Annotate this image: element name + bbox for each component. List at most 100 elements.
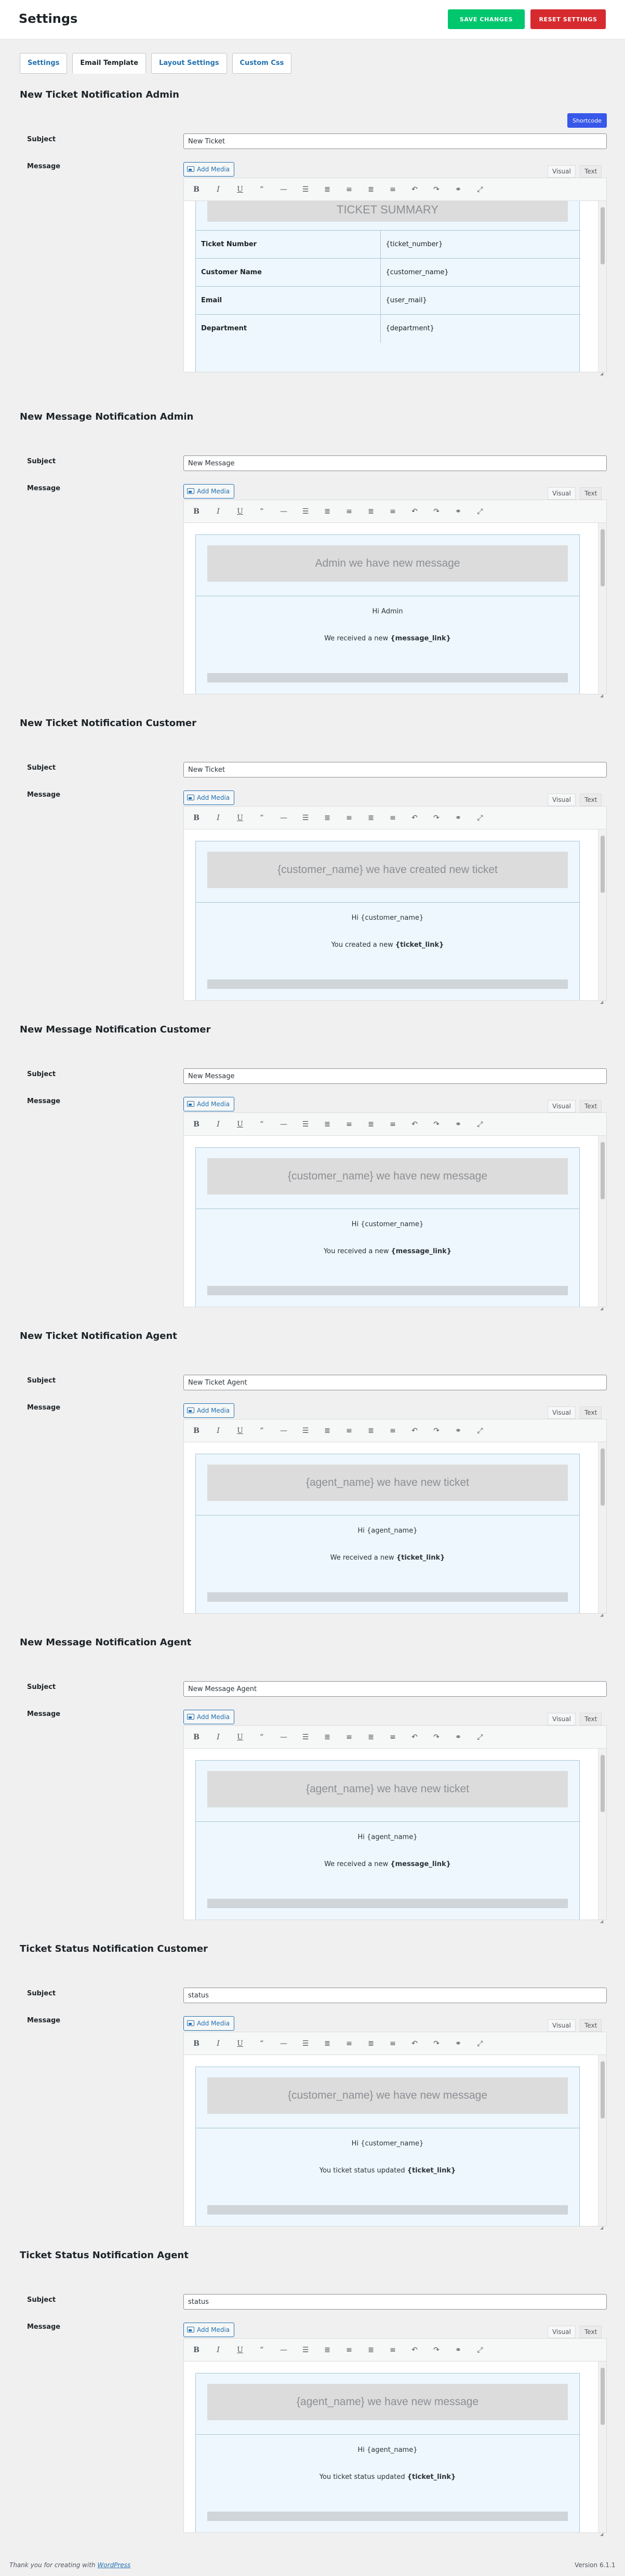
save-changes-button[interactable]: SAVE CHANGES [448, 9, 525, 29]
horizontal-rule-icon[interactable]: — [276, 812, 291, 824]
link-icon[interactable]: ⚭ [451, 2037, 466, 2050]
link-icon[interactable]: ⚭ [451, 1425, 466, 1437]
italic-icon[interactable]: I [211, 812, 225, 824]
bullet-list-icon[interactable]: ☰ [298, 1731, 313, 1743]
bullet-list-icon[interactable]: ☰ [298, 2037, 313, 2050]
bold-icon[interactable]: B [189, 2344, 204, 2356]
link-icon[interactable]: ⚭ [451, 2344, 466, 2356]
horizontal-rule-icon[interactable]: — [276, 2037, 291, 2050]
underline-icon[interactable]: U [233, 1118, 247, 1131]
add-media-button[interactable]: Add Media [183, 2323, 235, 2337]
align-left-icon[interactable]: ≡ [342, 2037, 356, 2050]
align-center-icon[interactable]: ≣ [364, 1118, 378, 1131]
link-icon[interactable]: ⚭ [451, 183, 466, 196]
message-editor[interactable]: B I U “ — ☰ ≣ ≡ ≣ ≡ ↶ ↷ ⚭ ⤢ {customer_name} we have n… [183, 1112, 607, 1311]
align-center-icon[interactable]: ≣ [364, 2344, 378, 2356]
redo-icon[interactable]: ↷ [429, 1731, 444, 1743]
add-media-button[interactable]: Add Media [183, 162, 235, 177]
editor-scrollbar[interactable] [598, 829, 606, 1000]
add-media-button[interactable]: Add Media [183, 1710, 235, 1724]
editor-content[interactable]: {customer_name} we have created new tick… [184, 829, 597, 1000]
subject-input[interactable] [183, 133, 607, 149]
resize-handle-icon[interactable]: ◢ [600, 2532, 605, 2537]
redo-icon[interactable]: ↷ [429, 812, 444, 824]
subject-input[interactable] [183, 455, 607, 471]
align-right-icon[interactable]: ≡ [385, 183, 400, 196]
bold-icon[interactable]: B [189, 1425, 204, 1437]
text-tab[interactable]: Text [580, 487, 602, 500]
add-media-button[interactable]: Add Media [183, 790, 235, 805]
add-media-button[interactable]: Add Media [183, 484, 235, 499]
align-left-icon[interactable]: ≡ [342, 1731, 356, 1743]
horizontal-rule-icon[interactable]: — [276, 1118, 291, 1131]
fullscreen-icon[interactable]: ⤢ [473, 1118, 487, 1131]
undo-icon[interactable]: ↶ [407, 1425, 422, 1437]
link-icon[interactable]: ⚭ [451, 812, 466, 824]
message-editor[interactable]: B I U “ — ☰ ≣ ≡ ≣ ≡ ↶ ↷ ⚭ ⤢ TICKET SUMMARY Ticket Num… [183, 178, 607, 376]
numbered-list-icon[interactable]: ≣ [320, 505, 335, 518]
add-media-button[interactable]: Add Media [183, 2016, 235, 2031]
italic-icon[interactable]: I [211, 2344, 225, 2356]
fullscreen-icon[interactable]: ⤢ [473, 505, 487, 518]
numbered-list-icon[interactable]: ≣ [320, 812, 335, 824]
editor-content[interactable]: TICKET SUMMARY Ticket Number {ticket_num… [184, 201, 597, 372]
redo-icon[interactable]: ↷ [429, 2344, 444, 2356]
resize-handle-icon[interactable]: ◢ [600, 1920, 605, 1924]
visual-tab[interactable]: Visual [548, 1100, 576, 1112]
align-center-icon[interactable]: ≣ [364, 183, 378, 196]
blockquote-icon[interactable]: “ [255, 505, 269, 518]
align-left-icon[interactable]: ≡ [342, 505, 356, 518]
fullscreen-icon[interactable]: ⤢ [473, 2037, 487, 2050]
bullet-list-icon[interactable]: ☰ [298, 505, 313, 518]
horizontal-rule-icon[interactable]: — [276, 1425, 291, 1437]
underline-icon[interactable]: U [233, 2037, 247, 2050]
scroll-thumb[interactable] [601, 207, 605, 264]
align-right-icon[interactable]: ≡ [385, 2037, 400, 2050]
blockquote-icon[interactable]: “ [255, 2344, 269, 2356]
underline-icon[interactable]: U [233, 1731, 247, 1743]
link-icon[interactable]: ⚭ [451, 1118, 466, 1131]
bullet-list-icon[interactable]: ☰ [298, 1425, 313, 1437]
message-editor[interactable]: B I U “ — ☰ ≣ ≡ ≣ ≡ ↶ ↷ ⚭ ⤢ {agent_name} we have new … [183, 2338, 607, 2537]
add-media-button[interactable]: Add Media [183, 1097, 235, 1111]
text-tab[interactable]: Text [580, 2326, 602, 2338]
text-tab[interactable]: Text [580, 794, 602, 806]
underline-icon[interactable]: U [233, 2344, 247, 2356]
bold-icon[interactable]: B [189, 2037, 204, 2050]
tab-custom-css[interactable]: Custom Css [232, 53, 292, 74]
bold-icon[interactable]: B [189, 183, 204, 196]
align-left-icon[interactable]: ≡ [342, 183, 356, 196]
underline-icon[interactable]: U [233, 1425, 247, 1437]
editor-content[interactable]: {customer_name} we have new message Hi {… [184, 1136, 597, 1307]
scroll-thumb[interactable] [601, 2368, 605, 2425]
subject-input[interactable] [183, 1988, 607, 2003]
horizontal-rule-icon[interactable]: — [276, 505, 291, 518]
underline-icon[interactable]: U [233, 812, 247, 824]
undo-icon[interactable]: ↶ [407, 1118, 422, 1131]
editor-scrollbar[interactable] [598, 1749, 606, 1920]
text-tab[interactable]: Text [580, 1406, 602, 1419]
blockquote-icon[interactable]: “ [255, 2037, 269, 2050]
align-left-icon[interactable]: ≡ [342, 1425, 356, 1437]
editor-content[interactable]: {agent_name} we have new ticket Hi {agen… [184, 1749, 597, 1920]
align-right-icon[interactable]: ≡ [385, 2344, 400, 2356]
text-tab[interactable]: Text [580, 165, 602, 178]
editor-scrollbar[interactable] [598, 1136, 606, 1307]
bullet-list-icon[interactable]: ☰ [298, 183, 313, 196]
numbered-list-icon[interactable]: ≣ [320, 1118, 335, 1131]
blockquote-icon[interactable]: “ [255, 1118, 269, 1131]
subject-input[interactable] [183, 2294, 607, 2310]
bold-icon[interactable]: B [189, 505, 204, 518]
fullscreen-icon[interactable]: ⤢ [473, 1731, 487, 1743]
italic-icon[interactable]: I [211, 183, 225, 196]
blockquote-icon[interactable]: “ [255, 183, 269, 196]
editor-scrollbar[interactable] [598, 523, 606, 694]
numbered-list-icon[interactable]: ≣ [320, 183, 335, 196]
blockquote-icon[interactable]: “ [255, 1731, 269, 1743]
redo-icon[interactable]: ↷ [429, 505, 444, 518]
italic-icon[interactable]: I [211, 2037, 225, 2050]
subject-input[interactable] [183, 1681, 607, 1697]
horizontal-rule-icon[interactable]: — [276, 2344, 291, 2356]
align-right-icon[interactable]: ≡ [385, 1425, 400, 1437]
editor-content[interactable]: {agent_name} we have new ticket Hi {agen… [184, 1442, 597, 1613]
